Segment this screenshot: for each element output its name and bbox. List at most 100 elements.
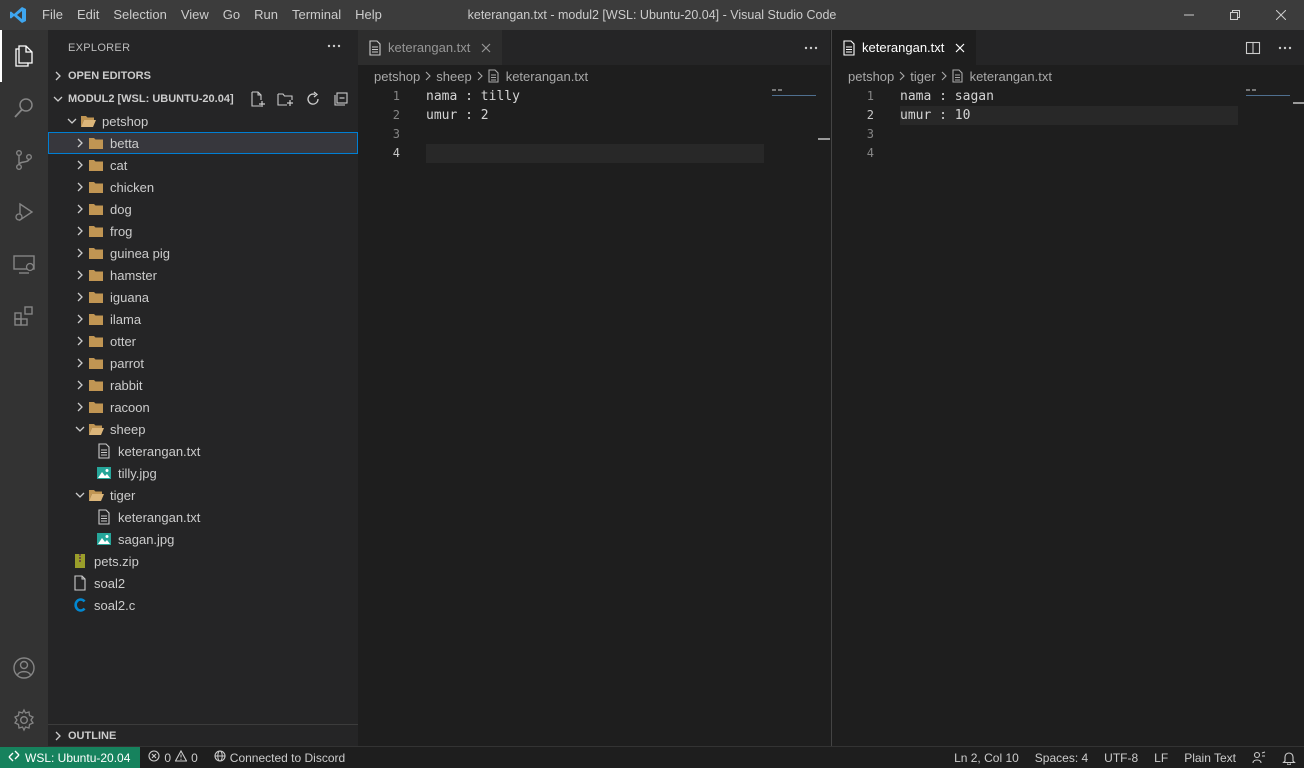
tree-item-label: tiger xyxy=(110,487,136,503)
menu-view[interactable]: View xyxy=(174,0,216,30)
breadcrumb-item[interactable]: sheep xyxy=(436,69,471,84)
line-text[interactable]: umur : 10 xyxy=(874,106,970,125)
editor-group-right: keterangan.txt petshop tiger keterangan.… xyxy=(831,30,1304,746)
tab-keterangan-tiger[interactable]: keterangan.txt xyxy=(832,30,978,65)
restore-button[interactable] xyxy=(1212,0,1258,30)
breadcrumb-item[interactable]: keterangan.txt xyxy=(970,69,1052,84)
more-actions-icon[interactable] xyxy=(326,38,342,57)
new-file-icon[interactable] xyxy=(246,88,268,110)
breadcrumb-item[interactable]: petshop xyxy=(374,69,420,84)
breadcrumb-item[interactable]: keterangan.txt xyxy=(506,69,588,84)
tree-file[interactable]: pets.zip xyxy=(48,550,358,572)
menu-help[interactable]: Help xyxy=(348,0,389,30)
tree-folder[interactable]: tiger xyxy=(48,484,358,506)
code-line[interactable]: 1 nama : tilly xyxy=(358,87,830,106)
tree-file[interactable]: keterangan.txt xyxy=(48,440,358,462)
tree-folder[interactable]: betta xyxy=(48,132,358,154)
tab-keterangan-sheep[interactable]: keterangan.txt xyxy=(358,30,504,65)
tree-file[interactable]: soal2.c xyxy=(48,594,358,616)
tree-folder[interactable]: racoon xyxy=(48,396,358,418)
menu-edit[interactable]: Edit xyxy=(70,0,106,30)
code-line[interactable]: 3 xyxy=(832,125,1304,144)
accounts-icon[interactable] xyxy=(0,642,48,694)
run-debug-icon[interactable] xyxy=(0,186,48,238)
code-line[interactable]: 2 umur : 2 xyxy=(358,106,830,125)
new-folder-icon[interactable] xyxy=(274,88,296,110)
collapse-all-icon[interactable] xyxy=(330,88,352,110)
chevron-right-icon xyxy=(72,352,88,374)
menu-terminal[interactable]: Terminal xyxy=(285,0,348,30)
discord-status[interactable]: Connected to Discord xyxy=(206,747,353,768)
menu-file[interactable]: File xyxy=(35,0,70,30)
code-line[interactable]: 4 xyxy=(358,144,830,163)
minimap[interactable] xyxy=(772,87,832,97)
more-actions-icon[interactable] xyxy=(1274,37,1296,59)
tree-folder[interactable]: frog xyxy=(48,220,358,242)
tree-file[interactable]: keterangan.txt xyxy=(48,506,358,528)
end-of-line[interactable]: LF xyxy=(1146,747,1176,768)
line-text[interactable] xyxy=(400,144,426,163)
open-editors-section[interactable]: OPEN EDITORS xyxy=(48,65,358,87)
source-control-icon[interactable] xyxy=(0,134,48,186)
line-text[interactable] xyxy=(400,125,426,144)
tree-folder[interactable]: rabbit xyxy=(48,374,358,396)
line-text[interactable] xyxy=(874,125,900,144)
extensions-icon[interactable] xyxy=(0,290,48,342)
search-icon[interactable] xyxy=(0,82,48,134)
menu-selection[interactable]: Selection xyxy=(106,0,173,30)
remote-indicator[interactable]: WSL: Ubuntu-20.04 xyxy=(0,746,141,768)
feedback-icon[interactable] xyxy=(1244,747,1274,768)
explorer-icon[interactable] xyxy=(0,30,48,82)
outline-section[interactable]: OUTLINE xyxy=(48,724,358,746)
breadcrumb-item[interactable]: petshop xyxy=(848,69,894,84)
tree-file[interactable]: soal2 xyxy=(48,572,358,594)
tree-item-label: frog xyxy=(110,223,133,239)
code-line[interactable]: 2 umur : 10 xyxy=(832,106,1304,125)
code-editor[interactable]: 1 nama : tilly 2 umur : 234 xyxy=(358,87,830,163)
notifications-bell-icon[interactable] xyxy=(1274,747,1304,768)
tree-folder[interactable]: hamster xyxy=(48,264,358,286)
more-actions-icon[interactable] xyxy=(800,37,822,59)
workspace-section[interactable]: MODUL2 [WSL: UBUNTU-20.04] xyxy=(48,88,358,110)
menu-run[interactable]: Run xyxy=(247,0,285,30)
overview-ruler-cursor xyxy=(818,138,830,140)
minimap[interactable] xyxy=(1246,87,1304,97)
breadcrumb-item[interactable]: tiger xyxy=(910,69,935,84)
indentation[interactable]: Spaces: 4 xyxy=(1027,747,1096,768)
problems-indicator[interactable]: 0 0 xyxy=(140,747,205,768)
tree-folder[interactable]: parrot xyxy=(48,352,358,374)
tree-item-label: keterangan.txt xyxy=(118,509,201,525)
tree-folder[interactable]: iguana xyxy=(48,286,358,308)
menu-go[interactable]: Go xyxy=(216,0,247,30)
line-text[interactable] xyxy=(874,144,900,163)
split-editor-icon[interactable] xyxy=(1242,37,1264,59)
tree-folder[interactable]: petshop xyxy=(48,110,358,132)
settings-gear-icon[interactable] xyxy=(0,694,48,746)
line-text[interactable]: nama : sagan xyxy=(874,87,994,106)
line-text[interactable]: umur : 2 xyxy=(400,106,489,125)
line-text[interactable]: nama : tilly xyxy=(400,87,520,106)
close-window-button[interactable] xyxy=(1258,0,1304,30)
minimize-button[interactable] xyxy=(1166,0,1212,30)
tree-folder[interactable]: ilama xyxy=(48,308,358,330)
code-line[interactable]: 4 xyxy=(832,144,1304,163)
code-line[interactable]: 3 xyxy=(358,125,830,144)
tree-item-label: pets.zip xyxy=(94,553,139,569)
code-line[interactable]: 1 nama : sagan xyxy=(832,87,1304,106)
tree-folder[interactable]: cat xyxy=(48,154,358,176)
tree-folder[interactable]: otter xyxy=(48,330,358,352)
tree-file[interactable]: tilly.jpg xyxy=(48,462,358,484)
tree-folder[interactable]: dog xyxy=(48,198,358,220)
tree-folder[interactable]: sheep xyxy=(48,418,358,440)
language-mode[interactable]: Plain Text xyxy=(1176,747,1244,768)
tree-file[interactable]: sagan.jpg xyxy=(48,528,358,550)
remote-explorer-icon[interactable] xyxy=(0,238,48,290)
code-editor[interactable]: 1 nama : sagan 2 umur : 10 3 4 xyxy=(832,87,1304,163)
close-icon[interactable] xyxy=(478,40,494,56)
cursor-position[interactable]: Ln 2, Col 10 xyxy=(946,747,1027,768)
refresh-icon[interactable] xyxy=(302,88,324,110)
close-icon[interactable] xyxy=(952,40,968,56)
tree-folder[interactable]: chicken xyxy=(48,176,358,198)
encoding[interactable]: UTF-8 xyxy=(1096,747,1146,768)
tree-folder[interactable]: guinea pig xyxy=(48,242,358,264)
